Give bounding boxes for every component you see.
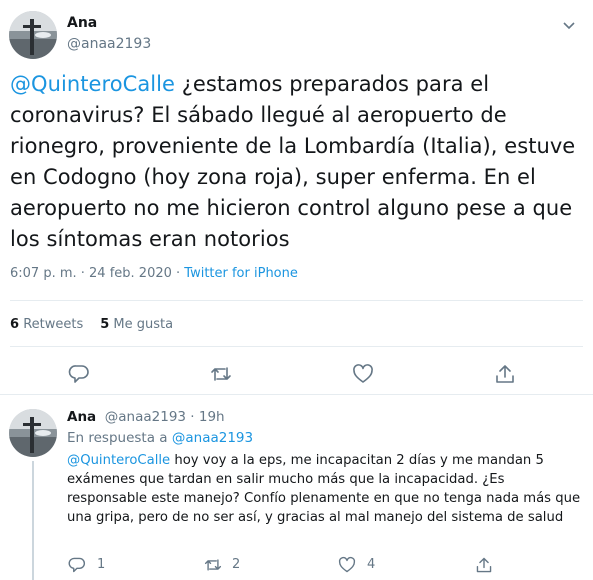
reply-icon[interactable]	[68, 363, 90, 385]
heart-icon	[338, 556, 356, 573]
retweet-icon[interactable]	[210, 363, 232, 385]
likes-label: Me gusta	[113, 317, 174, 332]
likes-count: 5	[100, 317, 110, 332]
reply-mention-link[interactable]: @anaa2193	[172, 430, 253, 446]
mention-link[interactable]: @QuinteroCalle	[10, 72, 175, 96]
retweets-count: 6	[10, 317, 20, 332]
tweet-body: ¿estamos preparados para el coronavirus?…	[10, 72, 576, 251]
reply-count: 1	[97, 557, 106, 572]
author-name[interactable]: Ana	[67, 15, 97, 31]
share-icon	[476, 557, 492, 573]
main-tweet: Ana @anaa2193 @QuinteroCalle ¿estamos pr…	[0, 0, 593, 395]
divider	[10, 300, 583, 301]
time-ago[interactable]: · 19h	[190, 409, 224, 425]
reply-context: En respuesta a @anaa2193	[67, 430, 253, 446]
share-icon[interactable]	[494, 363, 516, 385]
reply-tweet[interactable]: Ana @anaa2193 · 19h En respuesta a @anaa…	[0, 395, 593, 580]
share-action[interactable]	[474, 555, 496, 575]
reply-header: Ana @anaa2193 · 19h	[67, 409, 225, 425]
tweet-text: @QuinteroCalle ¿estamos preparados para …	[10, 69, 585, 255]
reply-text: @QuinteroCalle hoy voy a la eps, me inca…	[67, 451, 587, 527]
author-handle[interactable]: @anaa2193	[67, 36, 151, 52]
avatar-image	[9, 11, 57, 59]
author-name[interactable]: Ana	[67, 409, 96, 425]
retweets-label: Retweets	[23, 317, 84, 332]
like-count: 4	[367, 557, 376, 572]
tweet-stats: 6 Retweets 5 Me gusta	[10, 317, 173, 332]
likes-stat[interactable]: 5 Me gusta	[100, 317, 173, 332]
avatar-image	[9, 409, 57, 457]
source-link[interactable]: Twitter for iPhone	[184, 266, 298, 281]
heart-icon[interactable]	[352, 363, 374, 385]
retweets-stat[interactable]: 6 Retweets	[10, 317, 83, 332]
author-handle[interactable]: @anaa2193	[105, 409, 186, 425]
author-avatar[interactable]	[9, 409, 57, 457]
author-avatar[interactable]	[9, 11, 57, 59]
reply-prefix: En respuesta a	[67, 430, 172, 446]
tweet-meta: 6:07 p. m. · 24 feb. 2020 · Twitter for …	[10, 266, 298, 281]
retweet-count: 2	[232, 557, 241, 572]
reply-icon	[68, 557, 85, 573]
mention-link[interactable]: @QuinteroCalle	[67, 453, 170, 468]
timestamp[interactable]: 6:07 p. m. · 24 feb. 2020 ·	[10, 266, 184, 281]
reply-actions: 1 2 4	[0, 555, 593, 575]
chevron-down-icon[interactable]	[562, 16, 576, 30]
retweet-icon	[204, 559, 222, 571]
divider	[10, 346, 583, 347]
